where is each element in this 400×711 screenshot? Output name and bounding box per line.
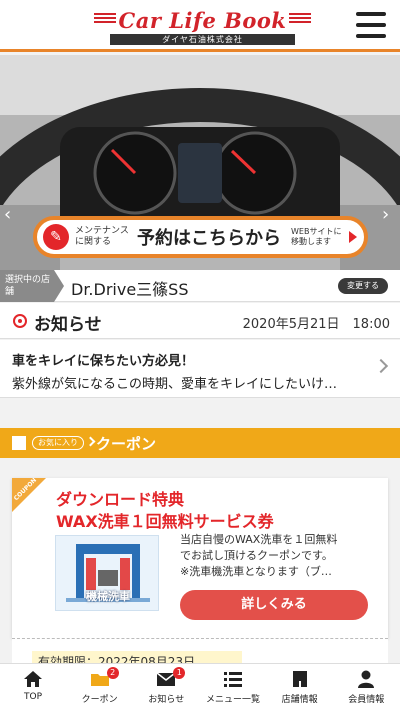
nav-item-menu[interactable]: メニュー一覧 <box>200 664 267 711</box>
news-date: 2020年5月21日 18:00 <box>242 317 390 332</box>
nav-item-label: メニュー一覧 <box>205 695 260 705</box>
reservation-banner-note: WEBサイトに移動します <box>291 227 342 246</box>
news-section-header: お知らせ 2020年5月21日 18:00 <box>0 303 400 339</box>
logo-text: Car Life Book <box>118 8 287 33</box>
hamburger-menu-icon[interactable] <box>356 12 386 38</box>
nav-item-label: 会員情報 <box>348 695 385 705</box>
coupon-badge: 2 <box>106 667 119 679</box>
app-screen: Car Life Book ダイヤ石油株式会社 ‹ › ✎ メンテナンスに関する… <box>0 0 400 711</box>
reservation-banner[interactable]: ✎ メンテナンスに関する 予約はこちらから WEBサイトに移動します <box>33 216 368 258</box>
nav-item-coupon[interactable]: 2 クーポン <box>67 664 134 711</box>
coupon-description-line: ※洗車機洗車となります（ブ… <box>180 565 332 578</box>
reservation-banner-subtitle: メンテナンスに関する <box>75 226 129 247</box>
nav-item-member[interactable]: 会員情報 <box>333 664 400 711</box>
chevron-right-icon <box>85 436 96 447</box>
coupon-description-line: 当店自慢のWAX洗車を１回無料 <box>180 533 338 546</box>
nav-item-label: 店舗情報 <box>281 695 318 705</box>
coupon-description-line: でお試し頂けるクーポンです。 <box>180 549 333 562</box>
news-badge: 1 <box>173 667 186 679</box>
coupon-section-header: お気に入り クーポン <box>0 428 400 458</box>
nav-item-label: お知らせ <box>148 695 185 705</box>
nav-item-store[interactable]: 店舗情報 <box>267 664 334 711</box>
news-list-item[interactable]: 車をキレイに保ちたい方必見！ 紫外線が気になるこの時期、愛車をキレイにしたいけ… <box>0 340 400 398</box>
news-item-body: 紫外線が気になるこの時期、愛車をキレイにしたいけ… <box>12 377 338 392</box>
car-wash-image: 機械洗車 <box>55 535 159 611</box>
favorite-filter-label[interactable]: お気に入り <box>32 436 84 450</box>
selected-store-row: 選択中の店舗 Dr.Drive三篠SS 変更する <box>0 270 400 302</box>
selected-store-tag: 選択中の店舗 <box>0 270 64 302</box>
news-section-title: お知らせ <box>34 315 102 335</box>
news-item-title: 車をキレイに保ちたい方必見！ <box>12 354 195 369</box>
hero-slider[interactable]: ‹ › ✎ メンテナンスに関する 予約はこちらから WEBサイトに移動します <box>0 55 400 270</box>
coupon-card-subtitle: WAX洗車１回無料サービス券 <box>56 512 274 531</box>
target-circle-icon <box>13 314 27 328</box>
coupon-description: 当店自慢のWAX洗車を１回無料 でお試し頂けるクーポンです。 ※洗車機洗車となり… <box>180 532 376 580</box>
hero-prev-arrow-icon[interactable]: ‹ <box>4 205 18 225</box>
play-triangle-icon <box>349 231 357 243</box>
coupon-card[interactable]: COUPON ダウンロード特典 WAX洗車１回無料サービス券 機械洗車 当店自慢… <box>12 478 388 638</box>
hero-next-arrow-icon[interactable]: › <box>382 205 396 225</box>
nav-item-news[interactable]: 1 お知らせ <box>133 664 200 711</box>
favorite-checkbox[interactable] <box>12 436 26 450</box>
wrench-icon: ✎ <box>43 224 69 250</box>
coupon-card-title: ダウンロード特典 <box>56 490 185 509</box>
logo-speed-lines-right <box>289 13 311 27</box>
logo-company-name: ダイヤ石油株式会社 <box>110 34 295 45</box>
store-name: Dr.Drive三篠SS <box>71 280 189 299</box>
app-logo[interactable]: Car Life Book ダイヤ石油株式会社 <box>94 8 311 45</box>
nav-item-top[interactable]: TOP <box>0 664 67 711</box>
shop-icon <box>292 671 307 687</box>
person-icon <box>358 670 375 688</box>
app-header: Car Life Book ダイヤ石油株式会社 <box>0 0 400 52</box>
list-icon <box>223 672 242 687</box>
nav-item-label: クーポン <box>81 695 118 705</box>
view-details-button[interactable]: 詳しくみる <box>180 590 368 620</box>
home-icon <box>24 671 42 687</box>
chevron-right-icon <box>373 358 389 374</box>
bottom-navigation: TOP 2 クーポン 1 お知らせ メニュー一覧 店舗情報 会員情報 <box>0 663 400 711</box>
change-store-button[interactable]: 変更する <box>338 278 388 294</box>
car-wash-image-caption: 機械洗車 <box>86 590 130 603</box>
coupon-section-title: クーポン <box>96 435 157 453</box>
reservation-banner-title: 予約はこちらから <box>137 228 281 249</box>
nav-item-label: TOP <box>23 692 42 702</box>
